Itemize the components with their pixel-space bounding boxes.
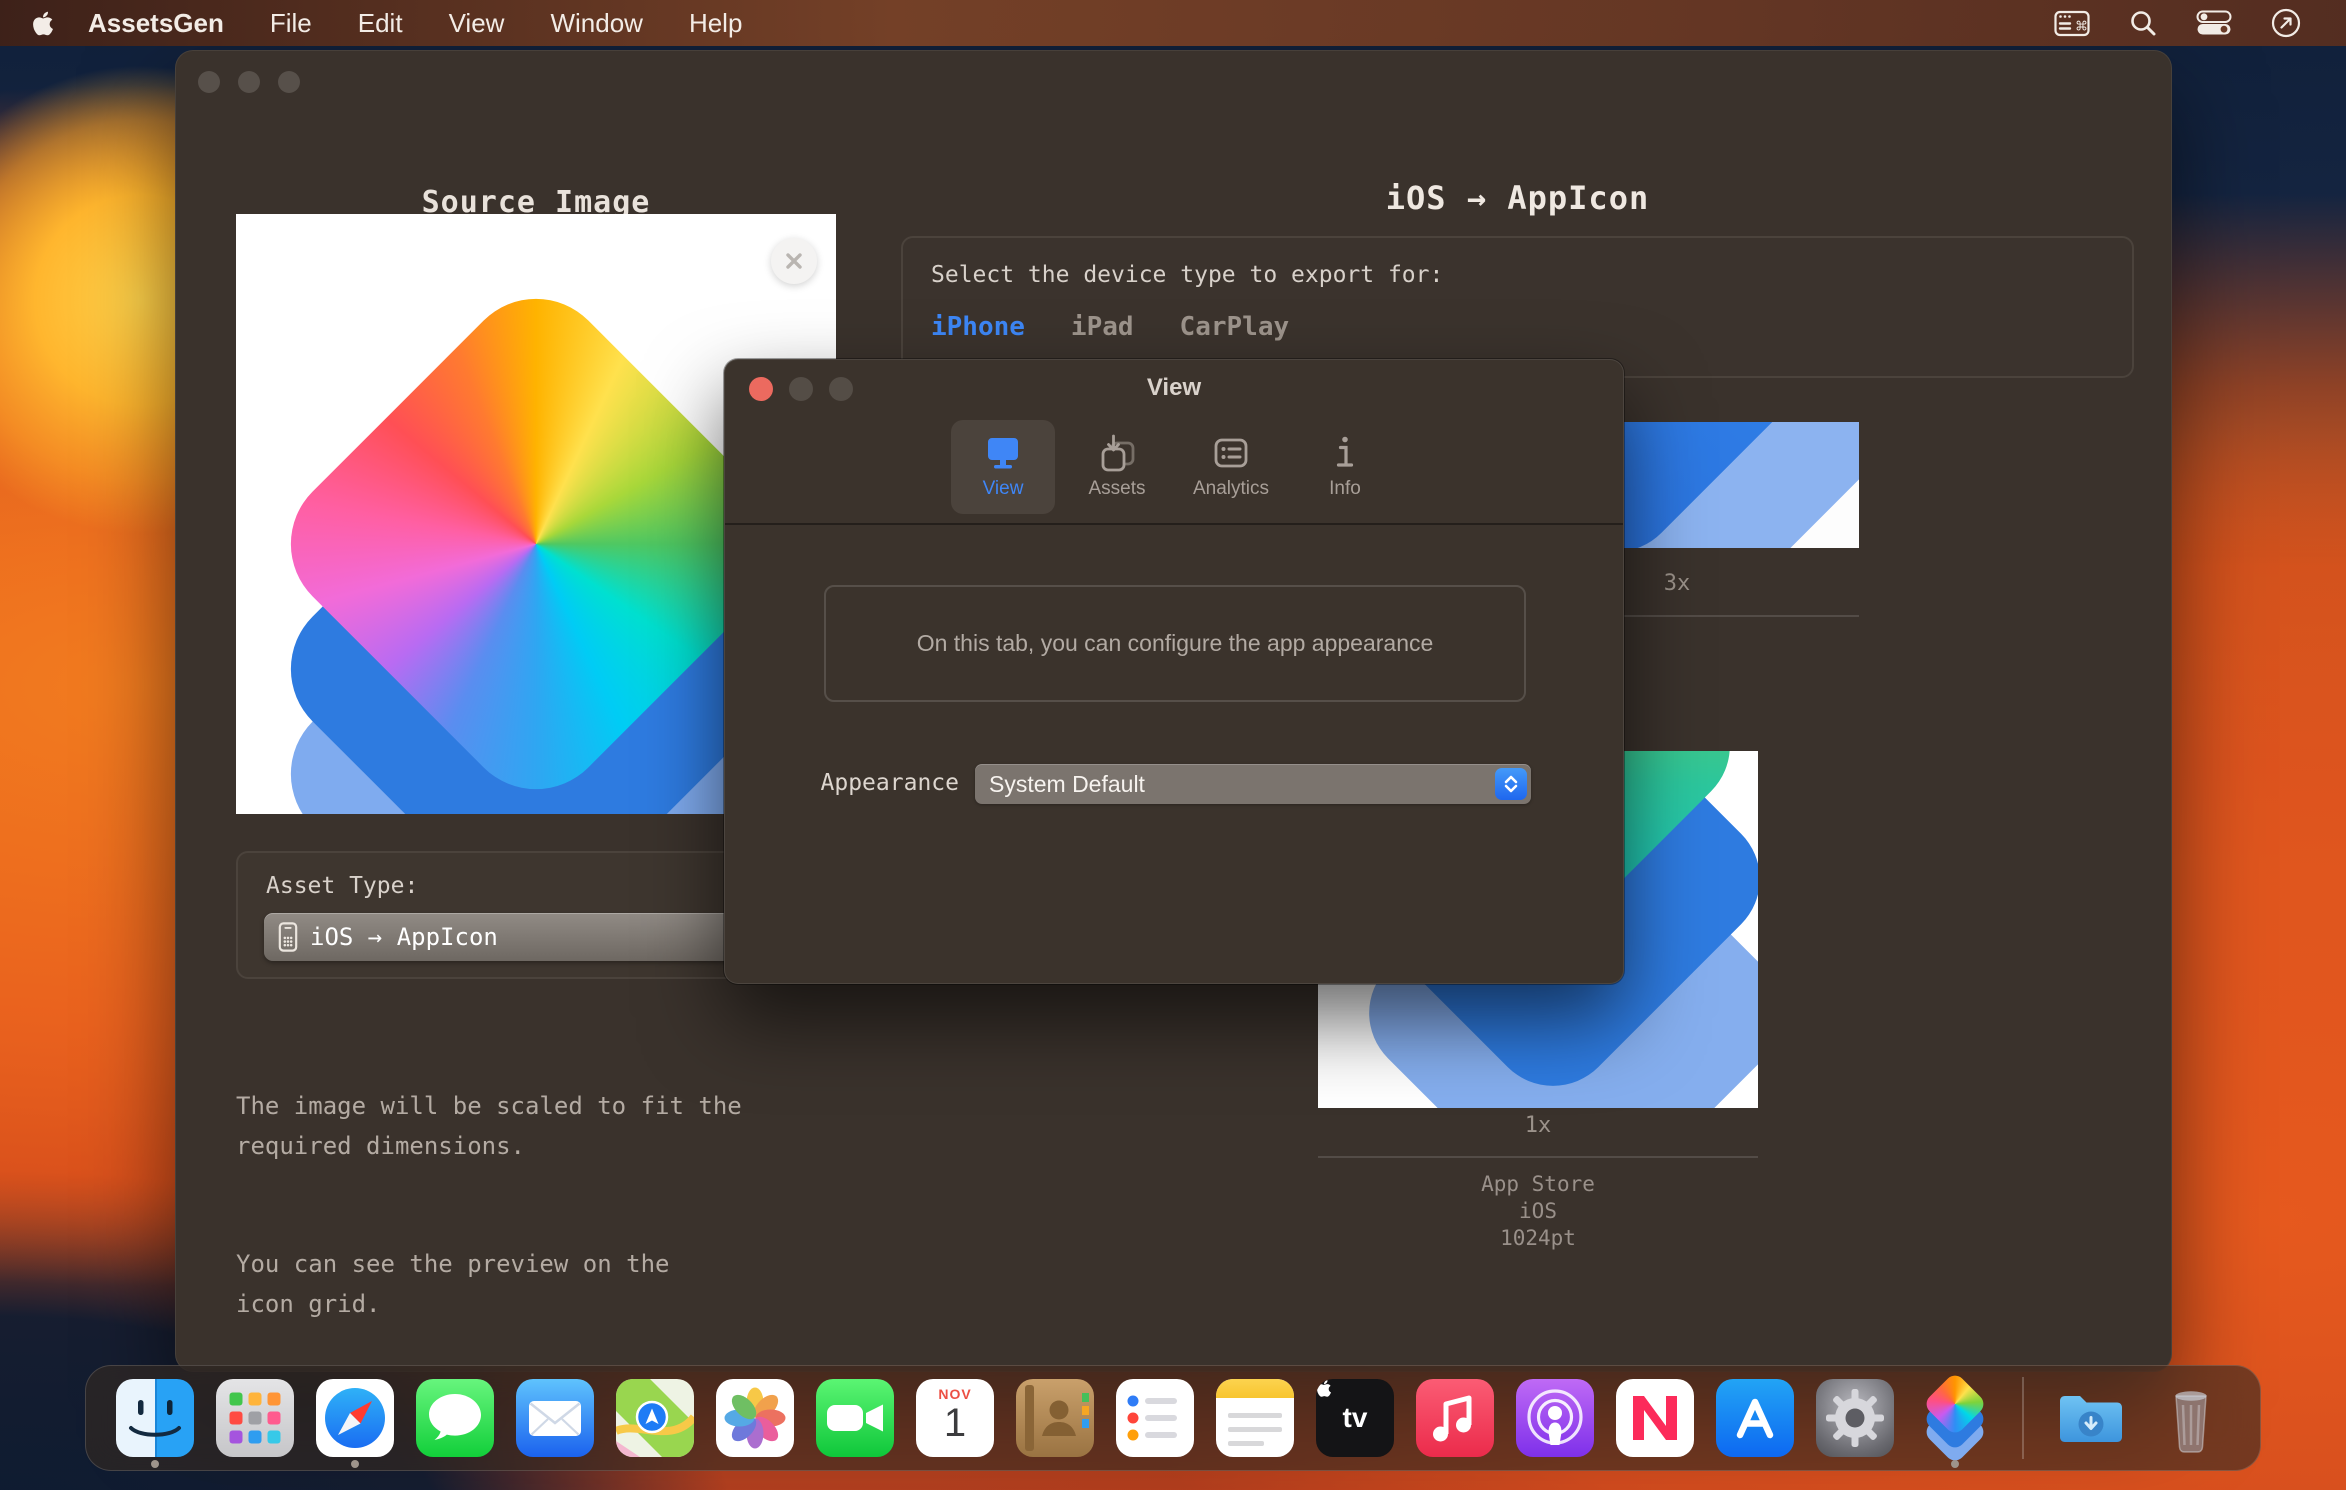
- desktop: Source Image Asset Type:: [0, 0, 2346, 1490]
- monitor-icon: [981, 428, 1025, 476]
- tab-description-box: On this tab, you can configure the app a…: [824, 585, 1526, 702]
- tab-assets-label: Assets: [1088, 478, 1145, 500]
- dock-appstore-icon[interactable]: [1716, 1379, 1794, 1457]
- preferences-dialog: View View: [724, 359, 1624, 984]
- info-icon: [1323, 428, 1367, 476]
- appearance-value: System Default: [989, 764, 1145, 804]
- dock-photos-icon[interactable]: [716, 1379, 794, 1457]
- tab-view[interactable]: View: [951, 420, 1055, 514]
- location-arrow-icon[interactable]: [2270, 7, 2302, 39]
- description-line-1: The image will be scaled to fit the requ…: [236, 1086, 996, 1166]
- running-indicator: [151, 1460, 159, 1468]
- appearance-label: Appearance: [725, 763, 959, 803]
- dock-trash-icon[interactable]: [2152, 1379, 2230, 1457]
- dock-assetsgen-icon[interactable]: [1916, 1379, 1994, 1457]
- device-type-panel: Select the device type to export for: iP…: [901, 236, 2134, 378]
- description-line-2: You can see the preview on the icon grid…: [236, 1244, 996, 1324]
- preview-1x-label: 1x: [1438, 1113, 1638, 1138]
- menu-view[interactable]: View: [449, 8, 505, 39]
- dock-news-icon[interactable]: [1616, 1379, 1694, 1457]
- tab-info-label: Info: [1329, 478, 1361, 500]
- device-tab-iphone[interactable]: iPhone: [931, 312, 1025, 342]
- close-icon: [784, 251, 804, 271]
- running-indicator: [351, 1460, 359, 1468]
- device-tab-carplay[interactable]: CarPlay: [1180, 312, 1290, 342]
- preview-1x-caption: App Store iOS 1024pt: [1318, 1171, 1758, 1252]
- preview-separator: [1318, 1156, 1758, 1158]
- control-center-icon[interactable]: [2196, 10, 2232, 36]
- appearance-select[interactable]: System Default: [975, 764, 1531, 804]
- window-traffic-lights: [198, 71, 300, 93]
- device-tab-ipad[interactable]: iPad: [1071, 312, 1134, 342]
- dock-calendar-icon[interactable]: NOV 1: [916, 1379, 994, 1457]
- dialog-title: View: [725, 360, 1623, 416]
- menu-app-name[interactable]: AssetsGen: [88, 8, 224, 39]
- download-square-icon: [1095, 428, 1139, 476]
- list-rectangle-icon: [1209, 428, 1253, 476]
- command-palette-icon[interactable]: ⌘: [2054, 10, 2090, 37]
- apple-menu[interactable]: [32, 10, 54, 37]
- dialog-toolbar-tabs: View Assets: [725, 420, 1623, 514]
- close-window-button[interactable]: [198, 71, 220, 93]
- dock-music-icon[interactable]: [1416, 1379, 1494, 1457]
- dock-system-settings-icon[interactable]: [1816, 1379, 1894, 1457]
- dock-appletv-icon[interactable]: tv: [1316, 1379, 1394, 1457]
- dock-messages-icon[interactable]: [416, 1379, 494, 1457]
- spotlight-search-icon[interactable]: [2128, 8, 2158, 38]
- svg-text:⌘: ⌘: [2075, 19, 2088, 34]
- running-indicator: [1951, 1460, 1959, 1468]
- dock-mail-icon[interactable]: [516, 1379, 594, 1457]
- tab-assets[interactable]: Assets: [1065, 420, 1169, 514]
- menu-edit[interactable]: Edit: [358, 8, 403, 39]
- device-tabs: iPhone iPad CarPlay: [931, 312, 1289, 342]
- device-select-label: Select the device type to export for:: [931, 262, 1443, 288]
- menu-file[interactable]: File: [270, 8, 312, 39]
- dock-maps-icon[interactable]: [616, 1379, 694, 1457]
- calendar-month: NOV: [916, 1386, 994, 1402]
- minimize-window-button[interactable]: [238, 71, 260, 93]
- description-text: The image will be scaled to fit the requ…: [236, 1046, 996, 1364]
- tab-analytics-label: Analytics: [1193, 478, 1269, 500]
- dock-finder-icon[interactable]: [116, 1379, 194, 1457]
- dock-safari-icon[interactable]: [316, 1379, 394, 1457]
- tab-info[interactable]: Info: [1293, 420, 1397, 514]
- menu-bar: AssetsGen File Edit View Window Help ⌘: [0, 0, 2346, 46]
- dock-launchpad-icon[interactable]: [216, 1379, 294, 1457]
- dock-podcasts-icon[interactable]: [1516, 1379, 1594, 1457]
- dock-contacts-icon[interactable]: [1016, 1379, 1094, 1457]
- dock-reminders-icon[interactable]: [1116, 1379, 1194, 1457]
- menu-window[interactable]: Window: [550, 8, 642, 39]
- tab-description-text: On this tab, you can configure the app a…: [917, 630, 1434, 657]
- menu-help[interactable]: Help: [689, 8, 742, 39]
- preview-3x-label: 3x: [1617, 571, 1737, 596]
- tab-view-label: View: [983, 478, 1024, 500]
- apple-logo-icon: [32, 10, 54, 37]
- apple-logo-icon: [1316, 1379, 1332, 1398]
- tab-analytics[interactable]: Analytics: [1179, 420, 1283, 514]
- dock-downloads-folder-icon[interactable]: [2052, 1379, 2130, 1457]
- zoom-window-button[interactable]: [278, 71, 300, 93]
- asset-type-value: iOS → AppIcon: [310, 923, 498, 951]
- calendar-day: 1: [916, 1401, 994, 1446]
- dock: NOV 1: [85, 1365, 2261, 1471]
- toolbar-divider: [725, 523, 1623, 525]
- dock-notes-icon[interactable]: [1216, 1379, 1294, 1457]
- remove-source-image-button[interactable]: [771, 238, 817, 284]
- dock-separator: [2022, 1377, 2024, 1459]
- dock-facetime-icon[interactable]: [816, 1379, 894, 1457]
- tv-label: tv: [1343, 1402, 1368, 1434]
- select-chevrons-icon[interactable]: [1495, 768, 1527, 800]
- export-title: iOS → AppIcon: [901, 179, 2134, 217]
- asset-type-label: Asset Type:: [266, 873, 418, 899]
- phone-icon: [278, 921, 298, 953]
